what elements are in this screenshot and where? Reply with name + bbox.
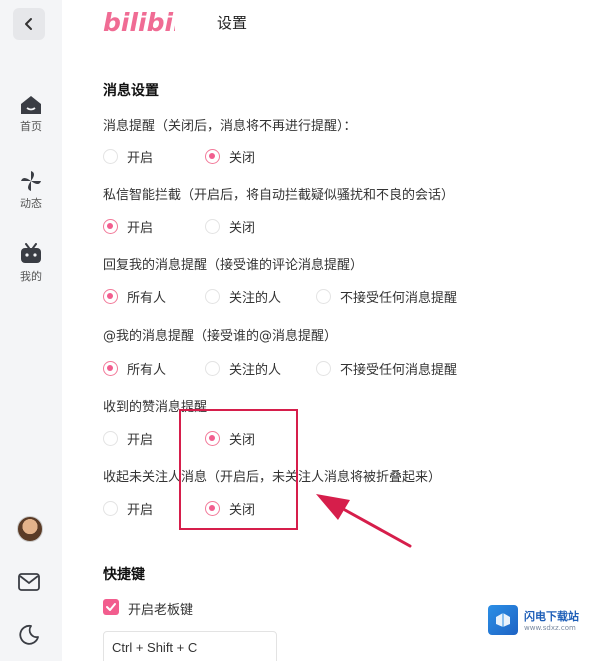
radio-circle[interactable] xyxy=(316,361,331,376)
radio-circle[interactable] xyxy=(103,431,118,446)
sidebar-item-label: 动态 xyxy=(20,197,42,210)
annotation-highlight-box xyxy=(179,409,298,530)
chevron-left-icon xyxy=(25,18,32,30)
at-remind-all-radio[interactable]: 所有人 xyxy=(103,359,166,378)
radio-circle[interactable] xyxy=(103,501,118,516)
radio-circle-selected[interactable] xyxy=(103,289,118,304)
like-remind-on-radio[interactable]: 开启 xyxy=(103,429,153,448)
download-site-logo-icon xyxy=(488,605,518,635)
watermark: 闪电下载站 www.sdxz.com xyxy=(488,603,592,637)
sidebar-item-home[interactable]: 首页 xyxy=(0,95,62,134)
at-remind-following-radio[interactable]: 关注的人 xyxy=(205,359,281,378)
radio-circle[interactable] xyxy=(103,149,118,164)
radio-label: 开启 xyxy=(127,433,154,448)
dm-block-off-radio[interactable]: 关闭 xyxy=(205,217,255,236)
dm-block-on-radio[interactable]: 开启 xyxy=(103,217,153,236)
dm-block-label: 私信智能拦截（开启后，将自动拦截疑似骚扰和不良的会话） xyxy=(103,188,455,203)
radio-label: 关注的人 xyxy=(229,363,282,378)
bilibili-logo: bilibili xyxy=(103,8,175,37)
radio-circle-selected[interactable] xyxy=(205,149,220,164)
radio-label: 不接受任何消息提醒 xyxy=(340,363,458,378)
radio-circle-selected[interactable] xyxy=(103,361,118,376)
logo-text: bilibili xyxy=(103,8,175,37)
back-button[interactable] xyxy=(13,8,45,40)
reply-remind-following-radio[interactable]: 关注的人 xyxy=(205,287,281,306)
radio-label: 不接受任何消息提醒 xyxy=(340,291,458,306)
message-remind-on-radio[interactable]: 开启 xyxy=(103,147,153,166)
sidebar-item-mine[interactable]: 我的 xyxy=(0,243,62,284)
radio-circle-selected[interactable] xyxy=(103,219,118,234)
sidebar-item-label: 我的 xyxy=(20,270,42,283)
page-title: 设置 xyxy=(217,14,248,32)
at-remind-none-radio[interactable]: 不接受任何消息提醒 xyxy=(316,359,457,378)
radio-label: 关闭 xyxy=(229,151,256,166)
radio-label: 开启 xyxy=(127,503,154,518)
home-icon xyxy=(21,96,41,114)
sidebar: 首页 动态 我的 xyxy=(0,0,62,661)
sidebar-item-dynamic[interactable]: 动态 xyxy=(0,170,62,211)
radio-label: 开启 xyxy=(127,221,154,236)
reply-remind-label: 回复我的消息提醒（接受谁的评论消息提醒） xyxy=(103,258,364,273)
radio-label: 开启 xyxy=(127,151,154,166)
reply-remind-none-radio[interactable]: 不接受任何消息提醒 xyxy=(316,287,457,306)
radio-label: 关注的人 xyxy=(229,291,282,306)
tv-icon xyxy=(21,243,41,263)
section-title-shortcuts: 快捷键 xyxy=(103,567,145,583)
at-remind-label: @我的消息提醒（接受谁的@消息提醒） xyxy=(103,329,338,344)
boss-key-checkbox[interactable] xyxy=(103,599,119,615)
section-title-messages: 消息设置 xyxy=(103,83,159,99)
avatar[interactable] xyxy=(17,516,43,542)
checkmark-icon xyxy=(106,603,116,611)
radio-circle[interactable] xyxy=(205,219,220,234)
watermark-title: 闪电下载站 xyxy=(524,610,579,623)
watermark-url: www.sdxz.com xyxy=(524,624,576,632)
sidebar-item-label: 首页 xyxy=(20,120,42,133)
radio-circle[interactable] xyxy=(316,289,331,304)
moon-icon[interactable] xyxy=(17,623,41,647)
boss-key-label: 开启老板键 xyxy=(128,603,194,618)
mail-icon[interactable] xyxy=(17,570,41,594)
radio-label: 所有人 xyxy=(127,291,167,306)
fold-unfollowed-on-radio[interactable]: 开启 xyxy=(103,499,153,518)
radio-label: 所有人 xyxy=(127,363,167,378)
radio-circle[interactable] xyxy=(205,361,220,376)
pinwheel-icon xyxy=(21,171,41,191)
message-remind-label: 消息提醒（关闭后，消息将不再进行提醒）： xyxy=(103,119,357,134)
message-remind-off-radio[interactable]: 关闭 xyxy=(205,147,255,166)
radio-circle[interactable] xyxy=(205,289,220,304)
reply-remind-all-radio[interactable]: 所有人 xyxy=(103,287,166,306)
boss-key-shortcut-input[interactable]: Ctrl + Shift + C xyxy=(103,631,277,661)
radio-label: 关闭 xyxy=(229,221,256,236)
